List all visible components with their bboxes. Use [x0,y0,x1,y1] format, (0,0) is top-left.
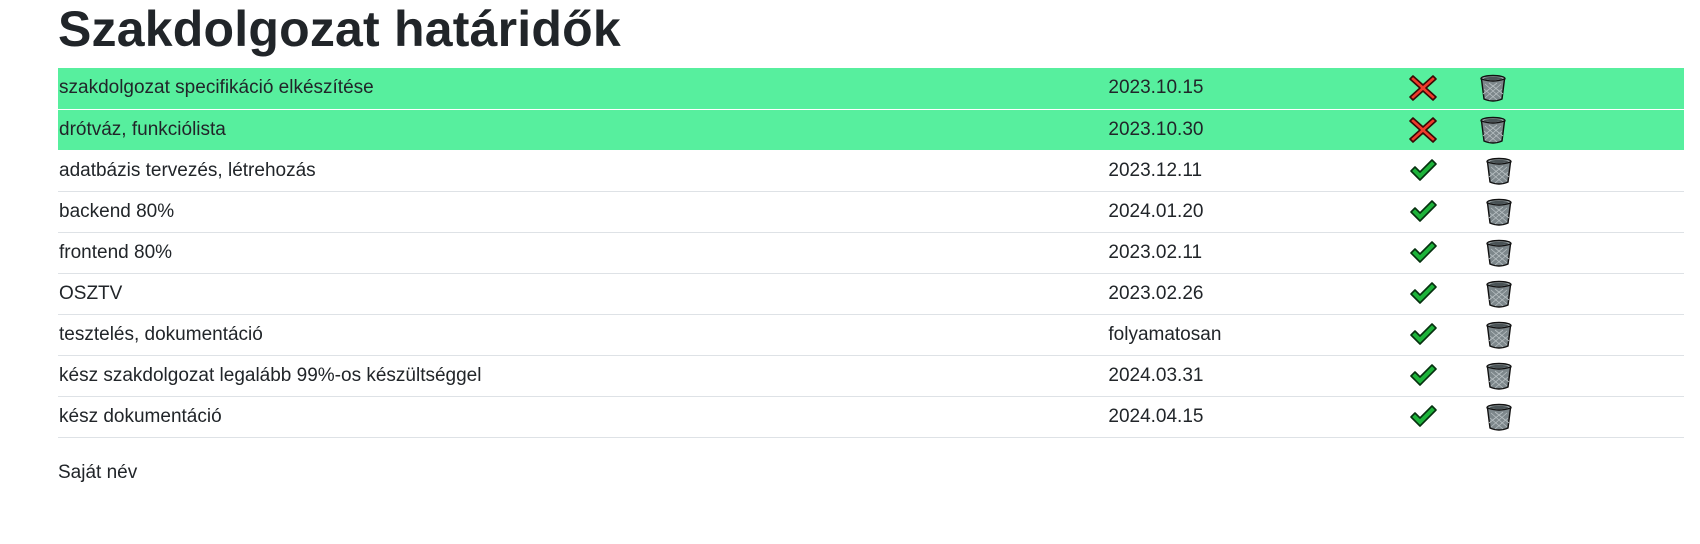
task-label: backend 80% [58,191,1109,233]
task-row: drótváz, funkciólista 2023.10.30 [58,109,1684,151]
trash-icon[interactable] [1484,320,1514,350]
task-row: adatbázis tervezés, létrehozás 2023.12.11 [58,150,1684,192]
task-delete-cell [1478,314,1684,356]
task-date: folyamatosan [1108,314,1409,356]
trash-icon[interactable] [1484,156,1514,186]
task-status-cell [1408,68,1479,110]
task-delete-cell [1478,191,1684,233]
task-delete-cell [1478,355,1684,397]
task-label: drótváz, funkciólista [58,109,1109,151]
task-status-cell [1408,273,1479,315]
footer-name: Saját név [58,462,138,483]
task-label: kész szakdolgozat legalább 99%-os készül… [58,355,1109,397]
task-delete-cell [1478,396,1684,438]
task-status-cell [1408,396,1479,438]
trash-icon[interactable] [1484,402,1514,432]
trash-icon[interactable] [1484,197,1514,227]
task-row: OSZTV 2023.02.26 [58,273,1684,315]
trash-icon[interactable] [1484,361,1514,391]
task-delete-cell [1478,68,1684,110]
red-x-icon[interactable] [1408,115,1438,145]
task-status-cell [1408,150,1479,192]
task-label: kész dokumentáció [58,396,1109,438]
green-check-icon[interactable] [1408,402,1438,432]
red-x-icon[interactable] [1408,73,1438,103]
task-row: kész szakdolgozat legalább 99%-os készül… [58,355,1684,397]
task-row: kész dokumentáció 2024.04.15 [58,396,1684,438]
task-date: 2023.02.11 [1108,232,1409,274]
task-status-cell [1408,109,1479,151]
task-date: 2023.10.30 [1108,109,1409,151]
task-status-cell [1408,191,1479,233]
task-date: 2024.01.20 [1108,191,1409,233]
green-check-icon[interactable] [1408,238,1438,268]
trash-icon[interactable] [1478,73,1508,103]
task-delete-cell [1478,109,1684,151]
task-status-cell [1408,355,1479,397]
deadlines-table: szakdolgozat specifikáció elkészítése 202… [58,68,1684,438]
green-check-icon[interactable] [1408,156,1438,186]
task-row: szakdolgozat specifikáció elkészítése 202… [58,68,1684,110]
task-date: 2024.04.15 [1108,396,1409,438]
task-delete-cell [1478,150,1684,192]
page-title: Szakdolgozat határidők [58,1,621,57]
task-label: adatbázis tervezés, létrehozás [58,150,1109,192]
task-status-cell [1408,314,1479,356]
task-label: frontend 80% [58,232,1109,274]
trash-icon[interactable] [1478,115,1508,145]
task-label: OSZTV [58,273,1109,315]
task-date: 2023.12.11 [1108,150,1409,192]
green-check-icon[interactable] [1408,279,1438,309]
green-check-icon[interactable] [1408,320,1438,350]
task-date: 2024.03.31 [1108,355,1409,397]
trash-icon[interactable] [1484,279,1514,309]
green-check-icon[interactable] [1408,197,1438,227]
task-row: frontend 80% 2023.02.11 [58,232,1684,274]
task-delete-cell [1478,273,1684,315]
page-container: Szakdolgozat határidők szakdolgozat spec… [58,0,1684,483]
task-status-cell [1408,232,1479,274]
task-date: 2023.10.15 [1108,68,1409,110]
task-label: tesztelés, dokumentáció [58,314,1109,356]
task-label: szakdolgozat specifikáció elkészítése [58,68,1109,110]
deadlines-table-body: szakdolgozat specifikáció elkészítése 202… [58,68,1684,438]
task-row: tesztelés, dokumentáció folyamatosan [58,314,1684,356]
task-row: backend 80% 2024.01.20 [58,191,1684,233]
task-delete-cell [1478,232,1684,274]
trash-icon[interactable] [1484,238,1514,268]
green-check-icon[interactable] [1408,361,1438,391]
task-date: 2023.02.26 [1108,273,1409,315]
